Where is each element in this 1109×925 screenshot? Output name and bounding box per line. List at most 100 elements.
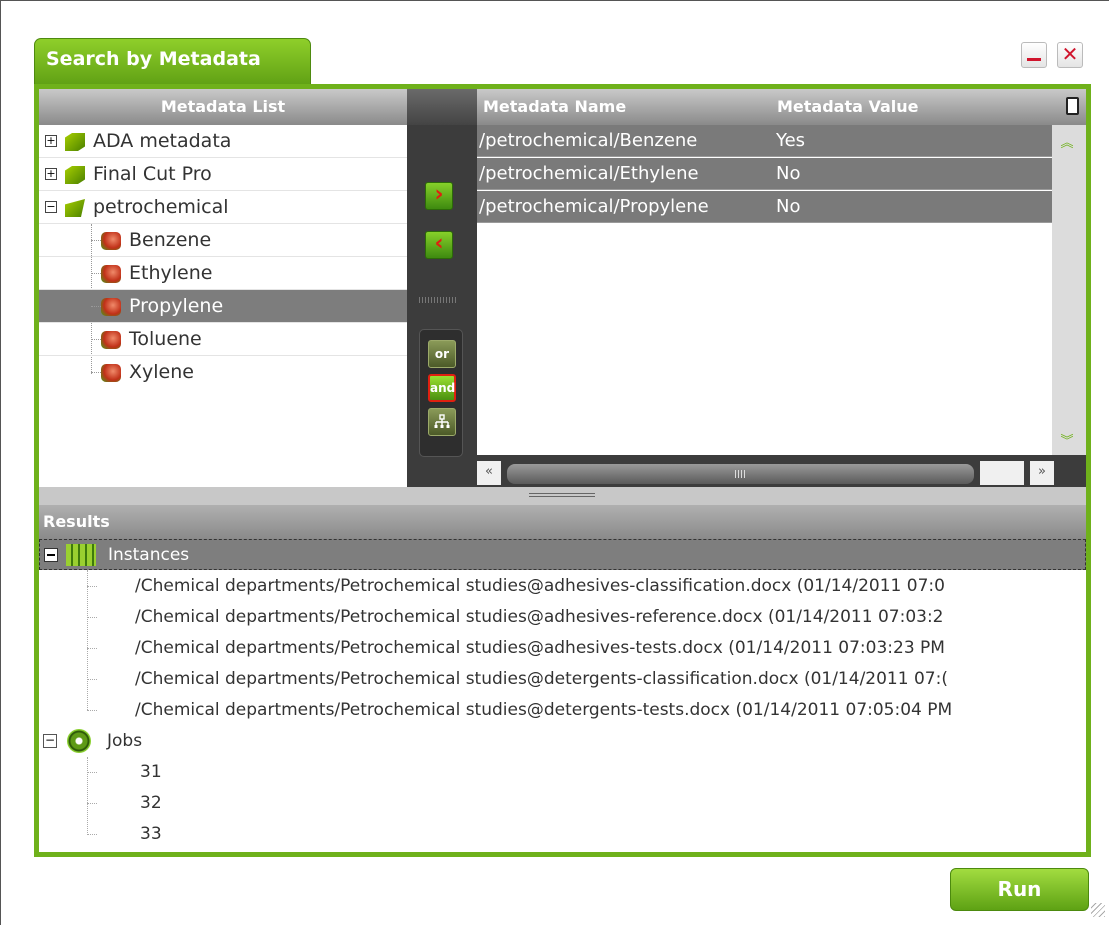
tree-item-ada-metadata[interactable]: + ADA metadata — [39, 125, 407, 158]
toolbar-header — [407, 89, 477, 125]
metadata-field-icon — [101, 232, 121, 250]
table-row[interactable]: /petrochemical/Benzene Yes — [477, 125, 1052, 157]
open-folder-icon — [65, 199, 85, 217]
tree-connector — [91, 240, 101, 241]
job-id: 33 — [140, 824, 162, 844]
metadata-name-cell: /petrochemical/Ethylene — [479, 163, 699, 184]
minimize-icon — [1027, 58, 1041, 61]
tree-item-ethylene[interactable]: Ethylene — [39, 257, 407, 290]
panel-splitter[interactable] — [39, 487, 1086, 505]
result-instance-row[interactable]: /Chemical departments/Petrochemical stud… — [39, 602, 1086, 633]
tree-item-xylene[interactable]: Xylene — [39, 356, 407, 389]
result-instance-row[interactable]: /Chemical departments/Petrochemical stud… — [39, 633, 1086, 664]
result-instance-row[interactable]: /Chemical departments/Petrochemical stud… — [39, 664, 1086, 695]
tree-item-benzene[interactable]: Benzene — [39, 224, 407, 257]
tree-item-final-cut-pro[interactable]: + Final Cut Pro — [39, 158, 407, 191]
expand-icon[interactable]: + — [45, 168, 57, 180]
result-instance-path: /Chemical departments/Petrochemical stud… — [135, 669, 948, 689]
folder-icon — [65, 133, 85, 151]
tree-connector — [91, 339, 101, 340]
scroll-left-icon[interactable]: « — [477, 461, 501, 485]
scroll-right-icon[interactable]: » — [1030, 461, 1054, 485]
job-row[interactable]: 31 — [39, 757, 1086, 788]
metadata-field-icon — [101, 364, 121, 382]
result-instance-path: /Chemical departments/Petrochemical stud… — [135, 700, 953, 720]
tree-item-label: petrochemical — [93, 196, 229, 218]
hierarchy-button[interactable] — [428, 408, 456, 436]
scrollbar-thumb[interactable] — [507, 464, 974, 484]
arrow-left-icon: ‹ — [434, 231, 444, 256]
selection-toolbar: › ‹ or and — [407, 89, 477, 487]
selected-metadata-header: Metadata Name Metadata Value — [477, 89, 1086, 125]
search-panel: Metadata List + ADA metadata + Final Cut… — [34, 84, 1091, 857]
tree-connector — [91, 372, 101, 373]
job-row[interactable]: 32 — [39, 788, 1086, 819]
close-button[interactable]: ✕ — [1057, 42, 1083, 68]
column-header-metadata-name[interactable]: Metadata Name — [483, 89, 626, 125]
hierarchy-icon — [434, 414, 450, 428]
arrow-right-icon: › — [434, 182, 444, 207]
result-instance-row[interactable]: /Chemical departments/Petrochemical stud… — [39, 695, 1086, 726]
thumb-grip — [735, 470, 747, 478]
metadata-field-icon — [101, 265, 121, 283]
remove-metadata-button[interactable]: ‹ — [425, 231, 453, 259]
tree-item-label: Final Cut Pro — [93, 163, 212, 185]
logic-operator-panel: or and — [419, 329, 463, 457]
scrollbar-track[interactable] — [980, 461, 1024, 485]
tree-item-label: ADA metadata — [93, 130, 232, 152]
jobs-label: Jobs — [107, 731, 143, 751]
window-border-top — [0, 0, 1109, 1]
resize-grip-icon[interactable] — [1091, 903, 1105, 917]
tree-connector — [87, 710, 97, 711]
collapse-icon[interactable]: − — [43, 734, 57, 748]
metadata-value-cell[interactable]: No — [776, 158, 800, 190]
metadata-name-cell: /petrochemical/Propylene — [479, 196, 709, 217]
instances-node[interactable]: Instances — [39, 539, 1086, 570]
result-instance-row[interactable]: /Chemical departments/Petrochemical stud… — [39, 571, 1086, 602]
tree-connector — [87, 679, 97, 680]
metadata-value-cell[interactable]: Yes — [776, 125, 805, 157]
vertical-scrollbar[interactable]: ︽ ︾ — [1052, 125, 1086, 455]
scroll-down-icon[interactable]: ︾ — [1056, 431, 1078, 453]
minimize-button[interactable] — [1021, 42, 1047, 68]
jobs-node[interactable]: − Jobs — [39, 726, 1086, 757]
expand-icon[interactable]: + — [45, 135, 57, 147]
table-row[interactable]: /petrochemical/Propylene No — [477, 191, 1052, 223]
or-operator-button[interactable]: or — [428, 340, 456, 368]
close-icon: ✕ — [1061, 42, 1079, 66]
metadata-field-icon — [101, 298, 121, 316]
and-operator-button[interactable]: and — [428, 374, 456, 402]
column-header-metadata-value[interactable]: Metadata Value — [777, 89, 919, 125]
run-button[interactable]: Run — [950, 868, 1089, 911]
tree-connector — [91, 306, 101, 307]
instances-label: Instances — [108, 545, 190, 565]
tree-item-label: Toluene — [129, 328, 202, 350]
tree-item-label: Xylene — [129, 361, 194, 383]
add-metadata-button[interactable]: › — [425, 182, 453, 210]
panel-tab-title[interactable]: Search by Metadata — [34, 38, 311, 86]
splitter-grip — [529, 493, 595, 499]
tree-item-label: Propylene — [129, 295, 224, 317]
tree-connector — [87, 834, 97, 835]
tree-item-propylene[interactable]: Propylene — [39, 290, 407, 323]
result-instance-path: /Chemical departments/Petrochemical stud… — [135, 638, 945, 658]
collapse-icon[interactable]: − — [45, 201, 57, 213]
tree-item-petrochemical[interactable]: − petrochemical — [39, 191, 407, 224]
scroll-up-icon[interactable]: ︽ — [1056, 133, 1078, 155]
tree-item-label: Ethylene — [129, 262, 213, 284]
tree-connector — [91, 273, 101, 274]
table-row[interactable]: /petrochemical/Ethylene No — [477, 158, 1052, 190]
tree-item-toluene[interactable]: Toluene — [39, 323, 407, 356]
column-chooser-icon[interactable] — [1066, 97, 1079, 115]
collapse-icon[interactable] — [44, 548, 58, 562]
horizontal-scrollbar[interactable]: « » — [477, 455, 1086, 489]
selected-metadata-grid: /petrochemical/Benzene Yes /petrochemica… — [477, 125, 1052, 455]
metadata-value-cell[interactable]: No — [776, 191, 800, 223]
tree-connector — [87, 648, 97, 649]
result-instance-path: /Chemical departments/Petrochemical stud… — [135, 607, 944, 627]
toolbar-grip — [419, 297, 457, 303]
job-row[interactable]: 33 — [39, 819, 1086, 850]
job-id: 32 — [140, 793, 162, 813]
metadata-list-header: Metadata List — [39, 89, 407, 125]
tree-connector — [87, 617, 97, 618]
